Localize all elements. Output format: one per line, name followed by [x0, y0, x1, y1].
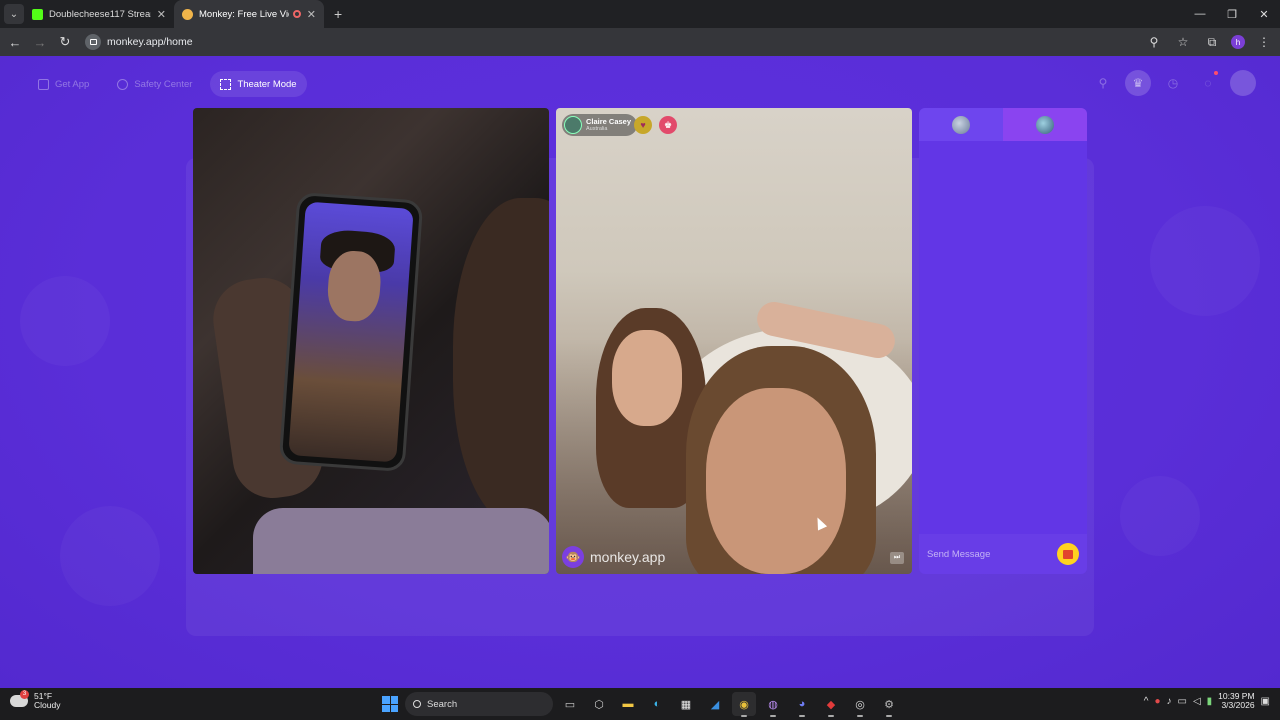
restore-icon[interactable]: ❐ — [1216, 0, 1248, 28]
close-tab-icon[interactable]: ✕ — [307, 8, 316, 21]
tab-monkey[interactable]: Monkey: Free Live Video Ch ✕ — [174, 0, 324, 28]
crown-icon[interactable]: ♛ — [1125, 70, 1151, 96]
chat-panel — [919, 108, 1087, 574]
recording-indicator-icon — [292, 10, 301, 18]
chat-input-bar — [919, 534, 1087, 574]
azure-icon[interactable]: ◢ — [703, 692, 727, 716]
video-person-silhouette — [706, 388, 846, 574]
gift-icon — [1063, 549, 1073, 559]
chat-tab-globe-blue[interactable] — [1003, 108, 1087, 141]
microphone-icon[interactable]: ♪ — [1166, 696, 1171, 707]
monkey-watermark: 🐵 monkey.app — [562, 546, 665, 568]
safety-center-button[interactable]: Safety Center — [107, 71, 202, 97]
remote-video-feed: Claire Casey Australia ♥ ♚ 🐵 monkey.app … — [556, 108, 912, 574]
system-tray: ^ ● ♪ ▭ ◁ ▮ 10:39 PM 3/3/2026 ▣ — [1144, 691, 1270, 711]
browser-tab-strip: ⌄ Doublecheese117 Stream - Wa ✕ Monkey: … — [0, 0, 1280, 28]
copilot-icon[interactable]: ⬡ — [587, 692, 611, 716]
theater-mode-button[interactable]: Theater Mode — [210, 71, 307, 97]
send-message-input[interactable] — [927, 548, 1047, 560]
background-blob — [20, 276, 110, 366]
shield-icon — [117, 78, 129, 90]
skip-icon[interactable]: ⏭ — [890, 552, 904, 564]
top-nav-right: ⚲ ♛ ◷ ◌ — [1090, 70, 1256, 96]
store-icon[interactable]: ▦ — [674, 692, 698, 716]
forward-icon[interactable]: → — [30, 32, 50, 52]
cloud-icon: 3 — [10, 689, 29, 707]
chat-tab-globe-gray[interactable] — [919, 108, 1003, 141]
new-tab-button[interactable]: + — [334, 6, 342, 22]
background-blob — [1120, 476, 1200, 556]
browser-toolbar: ← → ↻ monkey.app/home ⚲ ☆ ⧉ h ⋮ — [0, 28, 1280, 56]
gift-button[interactable] — [1057, 543, 1079, 565]
heart-badge-icon[interactable]: ♥ — [634, 116, 652, 134]
remote-user-avatar — [564, 116, 582, 134]
app-purple-icon[interactable]: ◍ — [761, 692, 785, 717]
monkey-favicon-icon — [182, 8, 193, 20]
battery-icon[interactable]: ▮ — [1207, 696, 1213, 707]
video-person-silhouette — [612, 330, 682, 426]
globe-icon — [952, 115, 970, 134]
task-view-icon[interactable]: ▭ — [558, 692, 582, 716]
monkey-logo-icon: 🐵 — [562, 546, 584, 568]
phone-icon — [38, 78, 49, 90]
kick-favicon-icon — [32, 8, 43, 20]
volume-icon[interactable]: ◁ — [1193, 696, 1201, 707]
user-avatar[interactable] — [1230, 70, 1256, 96]
globe-icon — [1036, 115, 1054, 134]
video-phone-shape — [278, 191, 424, 473]
remote-user-country: Australia — [586, 125, 608, 132]
reload-icon[interactable]: ↻ — [55, 32, 75, 52]
notification-bell-icon[interactable]: ▣ — [1261, 696, 1270, 707]
zoom-icon[interactable]: ⚲ — [1144, 32, 1164, 52]
local-video-feed — [193, 108, 549, 574]
settings-gear-icon[interactable]: ⚙ — [877, 692, 901, 717]
remote-user-name: Claire Casey — [586, 117, 632, 126]
video-person-silhouette — [453, 198, 549, 528]
discord-icon[interactable]: ◕ — [790, 692, 814, 717]
chat-tabs — [919, 108, 1087, 141]
history-clock-icon[interactable]: ◷ — [1160, 70, 1186, 96]
taskbar-search[interactable]: Search — [405, 692, 553, 716]
background-blob — [1150, 206, 1260, 316]
get-app-button[interactable]: Get App — [28, 71, 99, 97]
profile-avatar[interactable]: h — [1231, 35, 1245, 49]
menu-kebab-icon[interactable]: ⋮ — [1254, 32, 1274, 52]
extensions-icon[interactable]: ⧉ — [1202, 32, 1222, 52]
tab-search-button[interactable]: ⌄ — [4, 4, 24, 24]
app-red-icon[interactable]: ◆ — [819, 692, 843, 717]
remote-user-badge[interactable]: Claire Casey Australia — [562, 114, 638, 136]
notification-dot — [1214, 71, 1218, 75]
tab-kick-stream[interactable]: Doublecheese117 Stream - Wa ✕ — [24, 0, 174, 28]
video-sleeve-shape — [253, 508, 549, 574]
expand-icon — [220, 78, 232, 90]
chrome-icon[interactable]: ◉ — [732, 692, 756, 717]
taskbar-clock[interactable]: 10:39 PM 3/3/2026 — [1218, 691, 1254, 711]
weather-widget[interactable]: 3 51°F Cloudy — [10, 689, 60, 710]
messages-icon[interactable]: ◌ — [1195, 70, 1221, 96]
file-explorer-icon[interactable]: ▬ — [616, 692, 640, 716]
edge-icon[interactable]: ◐ — [645, 692, 669, 716]
background-blob — [60, 506, 160, 606]
minimize-icon[interactable]: — — [1184, 0, 1216, 28]
top-nav-left: Get App Safety Center Theater Mode — [28, 71, 307, 97]
back-icon[interactable]: ← — [5, 32, 25, 52]
search-icon — [413, 700, 421, 708]
windows-start-icon[interactable] — [380, 694, 400, 714]
obs-icon[interactable]: ◎ — [848, 692, 872, 717]
close-tab-icon[interactable]: ✕ — [157, 8, 166, 21]
search-icon[interactable]: ⚲ — [1090, 70, 1116, 96]
display-icon[interactable]: ▭ — [1177, 696, 1186, 707]
window-controls: — ❐ ✕ — [1184, 0, 1280, 28]
address-bar[interactable]: monkey.app/home — [107, 36, 193, 48]
trophy-badge-icon[interactable]: ♚ — [659, 116, 677, 134]
taskbar-apps: Search ▭ ⬡ ▬ ◐ ▦ ◢ ◉ ◍ ◕ ◆ ◎ ⚙ — [380, 692, 901, 717]
tray-app-icon[interactable]: ● — [1154, 696, 1160, 707]
tray-overflow-chevron-icon[interactable]: ^ — [1144, 696, 1149, 707]
close-window-icon[interactable]: ✕ — [1248, 0, 1280, 28]
site-info-icon[interactable] — [85, 34, 101, 50]
bookmark-star-icon[interactable]: ☆ — [1173, 32, 1193, 52]
windows-taskbar: 3 51°F Cloudy Search ▭ ⬡ ▬ ◐ ▦ ◢ ◉ ◍ ◕ ◆… — [0, 688, 1280, 720]
